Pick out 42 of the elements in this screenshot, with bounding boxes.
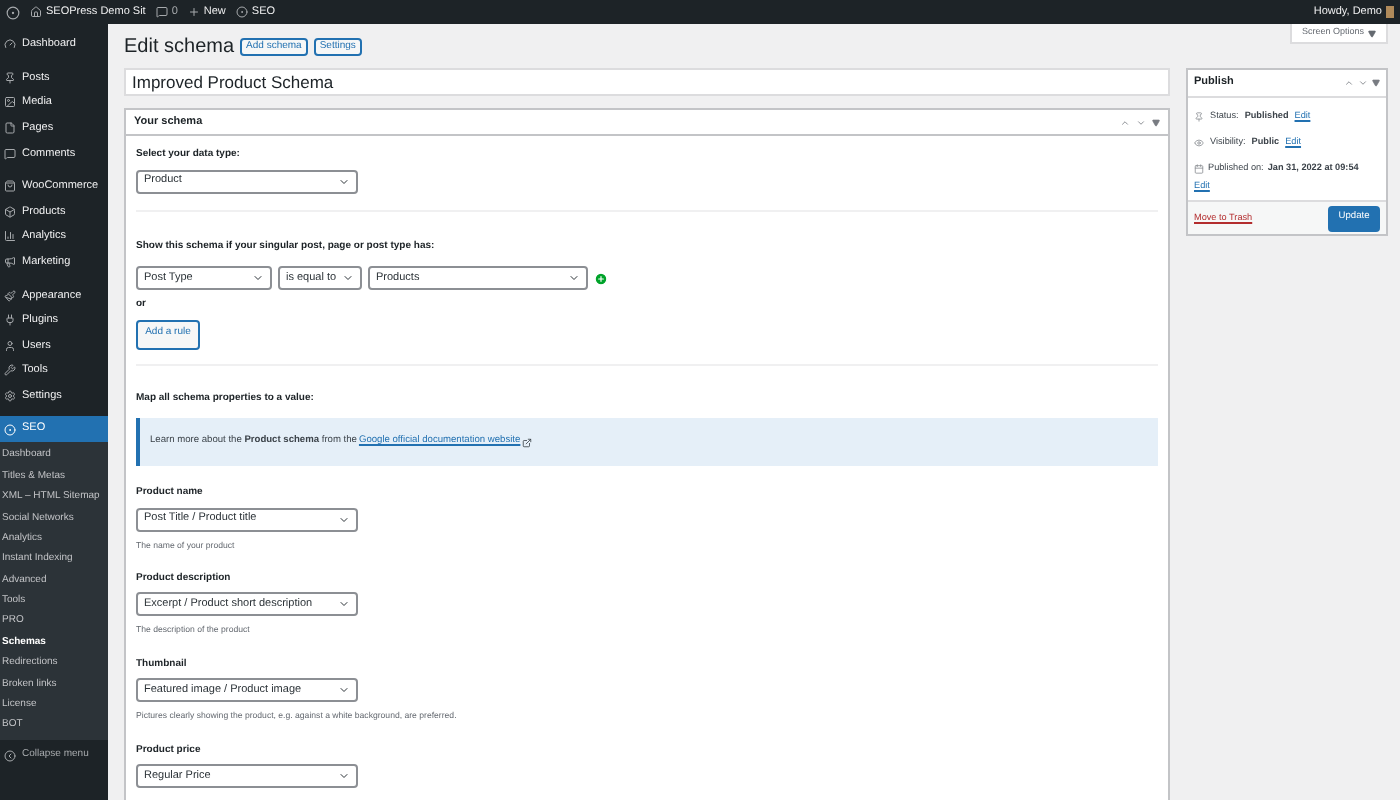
caret-icon xyxy=(1368,29,1376,37)
bar-chart-icon xyxy=(4,230,16,243)
gauge-icon xyxy=(4,38,16,51)
external-link-icon xyxy=(522,437,533,447)
title-field[interactable]: Improved Product Schema xyxy=(124,68,1170,96)
chevron-down-icon xyxy=(252,272,264,284)
box-icon xyxy=(4,205,16,218)
wrench-icon xyxy=(4,364,16,377)
user-icon xyxy=(4,339,16,352)
logo-icon[interactable] xyxy=(6,5,20,19)
pin-icon xyxy=(1194,111,1204,122)
calendar-icon xyxy=(1194,163,1204,174)
chevron-down-icon xyxy=(568,272,580,284)
page-icon xyxy=(4,122,16,135)
add-icon[interactable] xyxy=(594,271,608,285)
caret-icon[interactable] xyxy=(1152,117,1160,127)
collapse-icon[interactable] xyxy=(4,750,16,763)
chevron-down-icon xyxy=(338,175,350,187)
chevron-down-icon[interactable] xyxy=(1358,78,1368,88)
image-icon xyxy=(4,96,16,109)
page-title: Edit schema xyxy=(124,34,235,62)
chevron-down-icon[interactable] xyxy=(1136,117,1146,127)
chevron-down-icon xyxy=(338,770,350,783)
target-icon xyxy=(4,423,16,436)
chevron-down-icon xyxy=(342,272,354,284)
chevron-up-icon[interactable] xyxy=(1344,78,1354,88)
settings-icon xyxy=(4,390,16,403)
plus-icon[interactable] xyxy=(187,6,200,18)
caret-icon[interactable] xyxy=(1372,78,1380,88)
chevron-up-icon[interactable] xyxy=(1120,117,1130,127)
megaphone-icon xyxy=(4,256,16,269)
home-icon[interactable] xyxy=(30,6,42,18)
comment-icon xyxy=(4,147,16,160)
chevron-down-icon xyxy=(338,684,350,697)
plug-icon xyxy=(4,314,16,327)
bag-icon xyxy=(4,180,16,193)
chevron-down-icon xyxy=(338,598,350,611)
brush-icon xyxy=(4,289,16,302)
comment-icon[interactable] xyxy=(155,6,168,18)
eye-icon xyxy=(1194,137,1204,148)
pin-icon xyxy=(4,71,16,84)
chevron-down-icon xyxy=(338,513,350,525)
